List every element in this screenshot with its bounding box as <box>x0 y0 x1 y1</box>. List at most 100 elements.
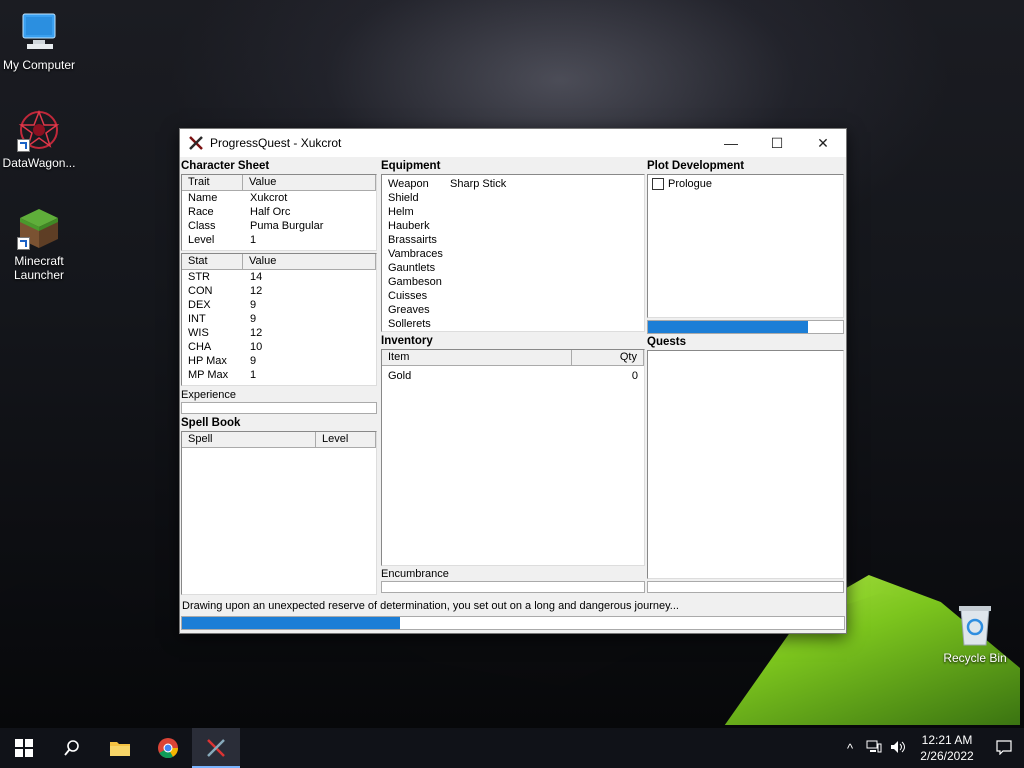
equipment-rows: Weapon Sharp Stick Shield Helm Hauberk Brassa… <box>382 177 644 331</box>
notifications-icon[interactable] <box>984 739 1024 758</box>
equipment-row-item <box>444 191 644 205</box>
inventory-list[interactable]: Item Qty Gold 0 <box>381 349 645 566</box>
equipment-row-slot: Cuisses <box>388 290 428 302</box>
equipment-list[interactable]: Weapon Sharp Stick Shield Helm Hauberk Brassa… <box>381 174 645 332</box>
column-header-trait[interactable]: Trait <box>182 175 243 190</box>
equipment-row-slot: Shield <box>388 192 419 204</box>
traits-header: Trait Value <box>182 175 376 191</box>
equipment-row-item <box>444 205 644 219</box>
equipment-row[interactable]: Shield <box>382 191 644 205</box>
datawagon-icon <box>17 108 61 152</box>
spell-book-list[interactable]: Spell Level <box>181 431 377 595</box>
close-button[interactable]: ✕ <box>800 129 846 157</box>
search-button[interactable] <box>48 728 96 768</box>
clock[interactable]: 12:21 AM 2/26/2022 <box>910 732 984 764</box>
chrome-button[interactable] <box>144 728 192 768</box>
stat-row[interactable]: CON 12 <box>182 284 376 298</box>
equipment-row[interactable]: Vambraces <box>382 247 644 261</box>
equipment-row[interactable]: Weapon Sharp Stick <box>382 177 644 191</box>
stat-row-value: 14 <box>250 271 263 283</box>
plot-list[interactable]: Prologue <box>647 174 844 318</box>
equipment-row[interactable]: Greaves <box>382 303 644 317</box>
equipment-row[interactable]: Gauntlets <box>382 261 644 275</box>
column-header-stat[interactable]: Stat <box>182 254 243 269</box>
network-icon[interactable] <box>862 740 886 757</box>
stat-row-stat: CON <box>188 285 213 297</box>
equipment-row[interactable]: Helm <box>382 205 644 219</box>
column-header-level[interactable]: Level <box>316 432 376 447</box>
column-header-value[interactable]: Value <box>243 254 376 269</box>
column-header-spell[interactable]: Spell <box>182 432 316 447</box>
quests-list[interactable] <box>647 350 844 579</box>
folder-icon <box>110 742 130 756</box>
column-header-item[interactable]: Item <box>382 350 572 365</box>
status-progress-bar <box>181 616 845 630</box>
volume-icon[interactable] <box>886 740 910 757</box>
maximize-button[interactable]: ☐ <box>754 129 800 157</box>
stat-row-stat: HP Max <box>188 355 227 367</box>
equipment-row-item <box>444 275 644 289</box>
experience-label: Experience <box>181 389 237 401</box>
equipment-row-slot: Brassairts <box>388 234 437 246</box>
trait-row[interactable]: Race Half Orc <box>182 205 376 219</box>
stats-list[interactable]: Stat Value STR 14 CON 12 DEX 9 INT 9 WIS 12 CHA 10 H… <box>181 253 377 386</box>
trait-row-value: 1 <box>250 234 257 246</box>
plot-act-item[interactable]: Prologue <box>648 177 843 191</box>
equipment-row-item <box>444 219 644 233</box>
column-header-qty[interactable]: Qty <box>572 350 644 365</box>
plot-progress-bar <box>647 320 844 334</box>
stat-row[interactable]: WIS 12 <box>182 326 376 340</box>
equipment-heading: Equipment <box>381 160 441 172</box>
inventory-row-item: Gold <box>388 370 412 382</box>
equipment-row-item <box>444 233 644 247</box>
equipment-row-item <box>444 261 644 275</box>
equipment-row[interactable]: Cuisses <box>382 289 644 303</box>
clock-date: 2/26/2022 <box>920 749 974 763</box>
window-title: ProgressQuest - Xukcrot <box>210 136 342 150</box>
stat-row-value: 9 <box>250 313 257 325</box>
stats-rows: STR 14 CON 12 DEX 9 INT 9 WIS 12 CHA 10 HP Max 9 MP Ma… <box>182 270 376 382</box>
desktop-icon-datawagon[interactable]: DataWagon... <box>1 108 77 170</box>
desktop-icon-minecraft-launcher[interactable]: Minecraft Launcher <box>1 206 77 282</box>
trait-row[interactable]: Level 1 <box>182 233 376 247</box>
equipment-row[interactable]: Gambeson <box>382 275 644 289</box>
stat-row[interactable]: DEX 9 <box>182 298 376 312</box>
stat-row[interactable]: STR 14 <box>182 270 376 284</box>
trait-row[interactable]: Name Xukcrot <box>182 191 376 205</box>
minecraft-block-icon <box>17 206 61 250</box>
stat-row[interactable]: HP Max 9 <box>182 354 376 368</box>
traits-list[interactable]: Trait Value Name Xukcrot Race Half Orc Class… <box>181 174 377 251</box>
stat-row-stat: INT <box>188 313 206 325</box>
stat-row[interactable]: CHA 10 <box>182 340 376 354</box>
stat-row[interactable]: MP Max 1 <box>182 368 376 382</box>
desktop-icon-my-computer[interactable]: My Computer <box>1 10 77 72</box>
status-progress-bar-fill <box>182 617 401 629</box>
desktop-icon-recycle-bin[interactable]: Recycle Bin <box>937 603 1013 665</box>
crossed-swords-icon <box>188 135 204 151</box>
stat-row-value: 12 <box>250 327 263 339</box>
trait-row-value: Xukcrot <box>250 192 288 204</box>
column-header-value[interactable]: Value <box>243 175 376 190</box>
chevron-up-icon[interactable]: ^ <box>838 741 862 756</box>
title-bar[interactable]: ProgressQuest - Xukcrot — ☐ ✕ <box>180 129 846 157</box>
stat-row-stat: DEX <box>188 299 211 311</box>
stat-row[interactable]: INT 9 <box>182 312 376 326</box>
file-explorer-button[interactable] <box>96 728 144 768</box>
equipment-row[interactable]: Hauberk <box>382 219 644 233</box>
equipment-row[interactable]: Brassairts <box>382 233 644 247</box>
plot-act-label: Prologue <box>668 178 713 190</box>
trait-row[interactable]: Class Puma Burgular <box>182 219 376 233</box>
trait-row-value: Half Orc <box>250 206 291 218</box>
equipment-row[interactable]: Sollerets <box>382 317 644 331</box>
inventory-rows: Gold 0 <box>382 369 644 383</box>
inventory-row[interactable]: Gold 0 <box>382 369 644 383</box>
plot-development-heading: Plot Development <box>647 160 745 172</box>
minimize-button[interactable]: — <box>708 129 754 157</box>
equipment-row-slot: Greaves <box>388 304 430 316</box>
start-button[interactable] <box>0 728 48 768</box>
character-sheet-heading: Character Sheet <box>181 160 270 172</box>
checkbox-icon[interactable] <box>652 178 664 190</box>
clock-time: 12:21 AM <box>921 733 973 747</box>
crossed-swords-icon <box>207 739 225 757</box>
progressquest-taskbar-button[interactable] <box>192 728 240 768</box>
